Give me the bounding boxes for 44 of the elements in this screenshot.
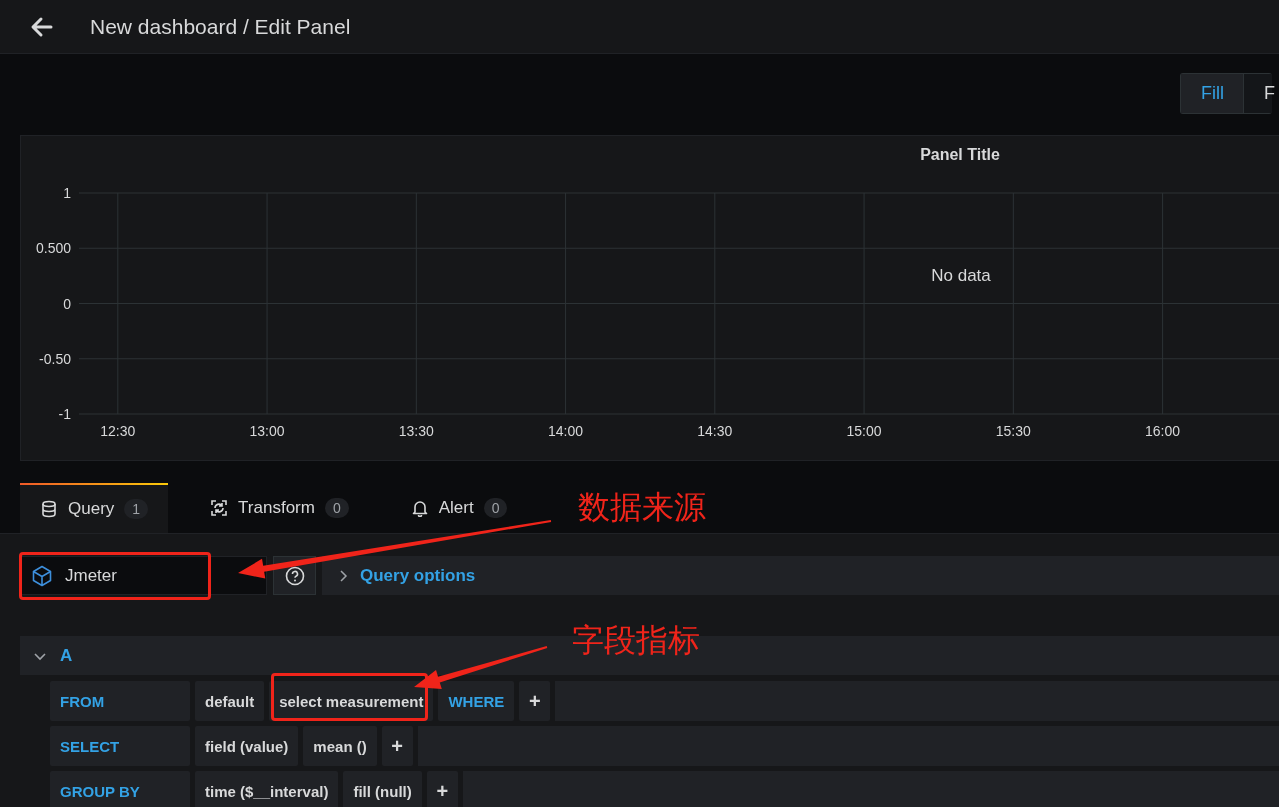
keyword-segment[interactable]: WHERE <box>438 681 515 721</box>
annotation-label: 数据来源 <box>578 488 706 527</box>
add-button[interactable]: + <box>519 681 551 721</box>
axis-tick-label: 15:30 <box>995 423 1031 439</box>
datasource-picker[interactable]: Jmeter <box>20 556 267 595</box>
panel-title: Panel Title <box>919 145 1001 165</box>
query-segment[interactable]: fill (null) <box>343 771 422 807</box>
database-icon <box>40 500 58 518</box>
clause-label: FROM <box>50 681 190 721</box>
query-options-toggle[interactable]: Query options <box>322 556 1279 595</box>
page-title: New dashboard / Edit Panel <box>90 14 351 39</box>
tab[interactable]: Transform 0 <box>190 483 369 533</box>
cube-icon <box>31 564 53 587</box>
bell-icon <box>410 499 429 517</box>
axis-tick-label: 13:30 <box>398 423 434 439</box>
transform-icon <box>210 499 229 517</box>
axis-tick-label: 16:00 <box>1145 423 1181 439</box>
add-button[interactable]: + <box>381 726 413 766</box>
count-badge: 0 <box>324 498 349 518</box>
count-badge: 0 <box>483 498 508 518</box>
question-mark-icon <box>284 565 305 586</box>
query-segment[interactable]: field (value) <box>195 726 299 766</box>
axis-tick-label: -1 <box>58 406 71 422</box>
query-segment[interactable]: select measurement <box>269 681 434 721</box>
query-ref-label: A <box>60 645 73 666</box>
query-segment[interactable]: mean () <box>303 726 377 766</box>
axis-tick-label: 12:30 <box>100 423 136 439</box>
axis-tick-label: 1 <box>63 185 71 201</box>
axis-tick-label: 14:00 <box>548 423 584 439</box>
clause-label: SELECT <box>50 726 190 766</box>
clause-label: GROUP BY <box>50 771 190 807</box>
query-segment[interactable]: time ($__interval) <box>195 771 339 807</box>
axis-tick-label: 0 <box>63 295 71 312</box>
count-badge: 1 <box>124 499 149 519</box>
axis-tick-label: 14:30 <box>697 423 733 439</box>
query-segment[interactable]: default <box>195 681 265 721</box>
view-mode-button[interactable]: Fill <box>1181 74 1243 113</box>
axis-tick-label: 13:00 <box>249 423 285 439</box>
tab[interactable]: Query 1 <box>20 483 169 533</box>
add-button[interactable]: + <box>426 771 458 807</box>
axis-tick-label: 0.500 <box>35 240 71 257</box>
axis-tick-label: -0.50 <box>39 350 71 367</box>
axis-tick-label: 15:00 <box>846 423 882 439</box>
no-data-message: No data <box>931 266 991 285</box>
